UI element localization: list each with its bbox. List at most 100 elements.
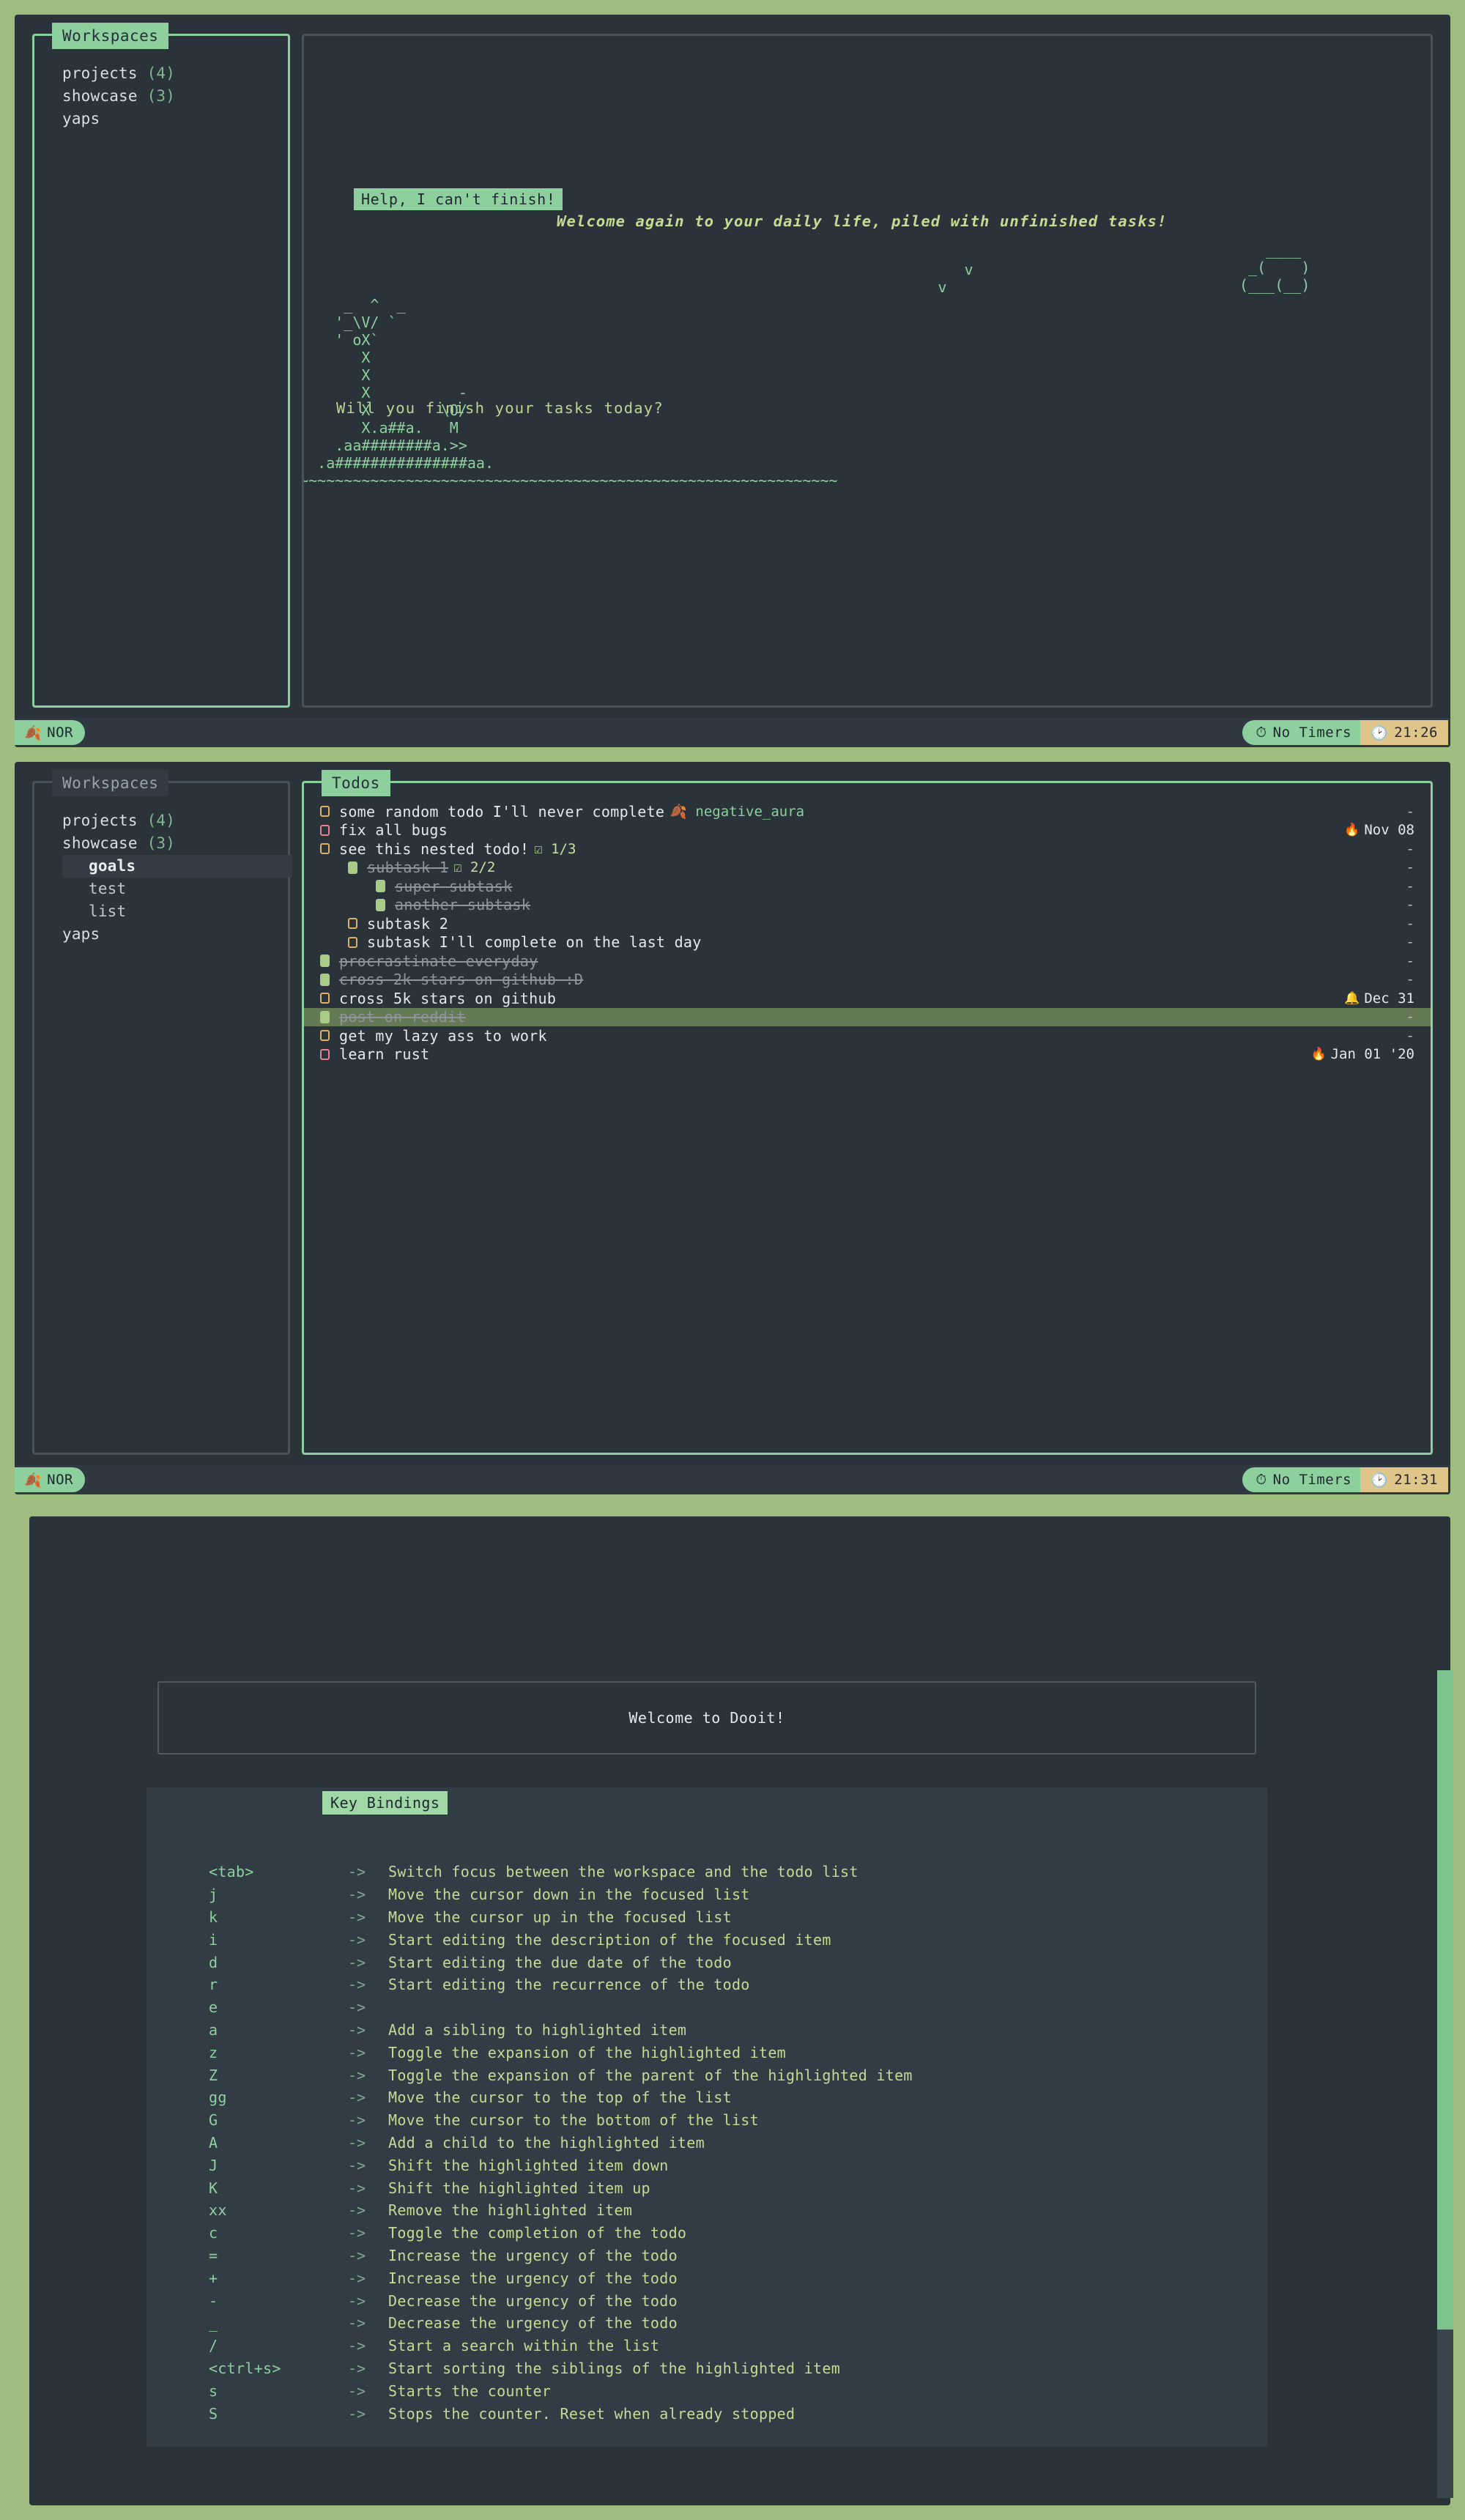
key-binding-key: e	[209, 1998, 348, 2016]
todo-due-date[interactable]: -	[1406, 804, 1414, 820]
todo-due-date[interactable]: -	[1406, 953, 1414, 969]
key-binding-row: _->Decrease the urgency of the todo	[209, 2312, 913, 2335]
todo-description: cross 5k stars on github	[339, 990, 556, 1007]
key-binding-key: c	[209, 2224, 348, 2242]
workspace-list-2[interactable]: projects (4) showcase (3) goals test lis…	[34, 783, 288, 946]
scrollbar-track-remainder[interactable]	[1437, 2330, 1453, 2498]
key-binding-arrow-icon: ->	[348, 2360, 388, 2377]
stopwatch-icon: ⏱	[1256, 1472, 1266, 1488]
todo-checkbox-checked[interactable]	[376, 880, 385, 892]
fire-icon: 🔥	[1310, 1047, 1326, 1061]
todo-checkbox-checked[interactable]	[320, 1011, 330, 1023]
workspace-label: showcase	[62, 87, 138, 105]
todo-due-date[interactable]: -	[1406, 916, 1414, 932]
todo-checkbox-unchecked[interactable]	[320, 1049, 330, 1060]
workspace-list-1[interactable]: projects (4) showcase (3) yaps	[34, 36, 288, 130]
todo-due-date[interactable]: -	[1406, 971, 1414, 987]
todo-row[interactable]: another subtask-	[304, 896, 1431, 915]
todo-due-date[interactable]: -	[1406, 878, 1414, 894]
workspace-label: yaps	[62, 110, 100, 127]
todo-checkbox-unchecked[interactable]	[320, 993, 330, 1004]
key-binding-description: Add a sibling to highlighted item	[388, 2021, 686, 2039]
todo-row[interactable]: fix all bugs🔥Nov 08	[304, 821, 1431, 840]
ascii-boat-label: \ DOOIT /	[1423, 423, 1431, 440]
todo-row[interactable]: see this nested todo!☑ 1/3-	[304, 840, 1431, 859]
workspaces-pane-title-1: Workspaces	[52, 23, 168, 49]
key-binding-description: Remove the highlighted item	[388, 2201, 632, 2219]
workspace-label: projects	[62, 64, 138, 82]
key-binding-key: i	[209, 1931, 348, 1949]
key-binding-arrow-icon: ->	[348, 2201, 388, 2219]
todo-row[interactable]: procrastinate everyday-	[304, 952, 1431, 971]
key-binding-row: +->Increase the urgency of the todo	[209, 2267, 913, 2289]
sidebar-item-list[interactable]: list	[62, 900, 288, 923]
todo-checkbox-unchecked[interactable]	[320, 825, 330, 836]
key-binding-arrow-icon: ->	[348, 2179, 388, 2197]
sidebar-item-yaps[interactable]: yaps	[62, 923, 288, 946]
todo-row[interactable]: subtask 2-	[304, 914, 1431, 933]
key-binding-description: Increase the urgency of the todo	[388, 2269, 678, 2287]
sidebar-item-projects[interactable]: projects (4)	[62, 62, 288, 85]
todo-checkbox-unchecked[interactable]	[320, 843, 330, 854]
fire-icon: 🔥	[1344, 823, 1360, 837]
todo-checkbox-checked[interactable]	[320, 974, 330, 986]
main-pane-1: Welcome again to your daily life, piled …	[302, 34, 1433, 708]
todo-row[interactable]: cross 5k stars on github 🔔Dec 31	[304, 989, 1431, 1008]
todo-checkbox-unchecked[interactable]	[320, 1030, 330, 1041]
sidebar-item-test[interactable]: test	[62, 878, 288, 900]
todo-due-date[interactable]: -	[1406, 934, 1414, 950]
todo-row[interactable]: some random todo I'll never complete🍂 ne…	[304, 802, 1431, 821]
key-binding-key: -	[209, 2292, 348, 2310]
key-binding-row: r->Start editing the recurrence of the t…	[209, 1974, 913, 1996]
todo-row[interactable]: super subtask -	[304, 877, 1431, 896]
welcome-tagline: Welcome again to your daily life, piled …	[557, 214, 1167, 229]
mode-indicator-1[interactable]: 🍂 NOR	[15, 720, 85, 745]
todo-due-date[interactable]: 🔥Jan 01 '20	[1310, 1046, 1414, 1062]
todo-due-date[interactable]: -	[1406, 1009, 1414, 1025]
workspaces-pane-2[interactable]: Workspaces projects (4) showcase (3) goa…	[32, 781, 290, 1455]
mode-indicator-2[interactable]: 🍂 NOR	[15, 1467, 85, 1492]
key-bindings-title: Key Bindings	[322, 1791, 448, 1815]
timers-indicator-1[interactable]: ⏱ No Timers	[1242, 720, 1360, 745]
todo-checkbox-checked[interactable]	[320, 955, 330, 967]
status-bar-1: 🍂 NOR ⏱ No Timers 🕑 21:26	[15, 718, 1450, 747]
todo-row[interactable]: cross 2k stars on github :D-	[304, 971, 1431, 990]
key-binding-arrow-icon: ->	[348, 2134, 388, 2152]
workspaces-pane-1[interactable]: Workspaces projects (4) showcase (3) yap…	[32, 34, 290, 708]
todo-due-date[interactable]: -	[1406, 897, 1414, 913]
sidebar-item-showcase[interactable]: showcase (3)	[62, 85, 288, 108]
todo-row[interactable]: learn rust 🔥Jan 01 '20	[304, 1045, 1431, 1064]
key-binding-key: r	[209, 1976, 348, 1993]
workspace-label: list	[89, 903, 126, 920]
key-binding-row: A->Add a child to the highlighted item	[209, 2132, 913, 2154]
key-binding-arrow-icon: ->	[348, 1954, 388, 1971]
todo-due-date[interactable]: -	[1406, 1028, 1414, 1044]
todo-checkbox-unchecked[interactable]	[348, 937, 357, 948]
todo-list[interactable]: some random todo I'll never complete🍂 ne…	[304, 802, 1431, 1064]
todo-row[interactable]: subtask 1☑ 2/2-	[304, 859, 1431, 878]
todo-due-date[interactable]: 🔔Dec 31	[1344, 990, 1414, 1007]
todo-description: learn rust	[339, 1045, 429, 1063]
key-binding-description: Decrease the urgency of the todo	[388, 2314, 678, 2332]
todo-checkbox-unchecked[interactable]	[320, 806, 330, 817]
sidebar-item-projects[interactable]: projects (4)	[62, 809, 288, 832]
todo-due-date[interactable]: -	[1406, 859, 1414, 875]
todo-row[interactable]: subtask I'll complete on the last day-	[304, 933, 1431, 952]
todo-description: super subtask	[395, 878, 512, 895]
todo-checkbox-checked[interactable]	[376, 899, 385, 911]
sidebar-item-goals[interactable]: goals	[62, 855, 292, 878]
timers-indicator-2[interactable]: ⏱ No Timers	[1242, 1467, 1360, 1492]
todo-due-date[interactable]: 🔥Nov 08	[1344, 822, 1414, 838]
todo-checkbox-checked[interactable]	[348, 861, 357, 874]
workspace-count: (3)	[147, 834, 176, 852]
todo-due-date[interactable]: -	[1406, 841, 1414, 857]
sidebar-item-yaps[interactable]: yaps	[62, 108, 288, 130]
sidebar-item-showcase[interactable]: showcase (3)	[62, 832, 288, 855]
todos-pane[interactable]: Todos some random todo I'll never comple…	[302, 781, 1433, 1455]
todo-row[interactable]: get my lazy ass to work-	[304, 1026, 1431, 1045]
key-binding-arrow-icon: ->	[348, 2089, 388, 2106]
todo-checkbox-unchecked[interactable]	[348, 918, 357, 929]
clock-indicator-1: 🕑 21:26	[1360, 720, 1448, 745]
todo-row[interactable]: post on reddit-	[304, 1008, 1431, 1027]
scrollbar-thumb[interactable]	[1437, 1670, 1453, 2330]
